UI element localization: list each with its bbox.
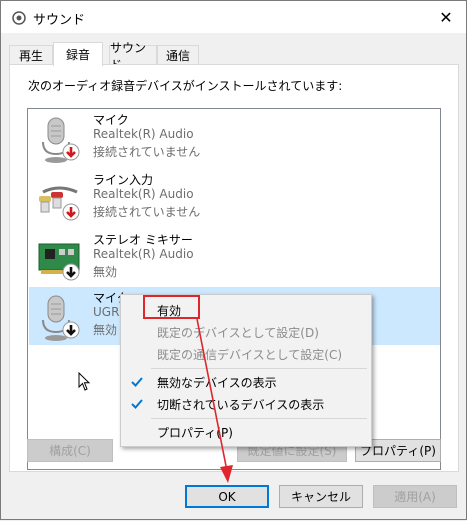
device-status: 無効 [93, 265, 118, 279]
tab-playback[interactable]: 再生 [9, 45, 53, 65]
device-status: 接続されていません [93, 145, 201, 159]
cancel-button[interactable]: キャンセル [279, 485, 363, 508]
ok-button[interactable]: OK [185, 485, 269, 508]
menu-item-label: 既定の通信デバイスとして設定(C) [157, 347, 343, 362]
device-item-line-in[interactable]: ライン入力 Realtek(R) Audio 接続されていません [29, 169, 440, 227]
device-status: 接続されていません [93, 205, 201, 219]
menu-item-show-disabled[interactable]: 無効なデバイスの表示 [123, 371, 369, 393]
device-status: 無効 [93, 323, 118, 337]
menu-item-label: プロパティ(P) [157, 425, 233, 440]
sound-card-icon [38, 243, 80, 281]
tab-communications[interactable]: 通信 [157, 45, 199, 65]
instruction-text: 次のオーディオ録音デバイスがインストールされています: [28, 79, 343, 93]
menu-item-label: 既定のデバイスとして設定(D) [157, 325, 319, 340]
speaker-icon [12, 11, 26, 25]
menu-item-label: 切断されているデバイスの表示 [157, 397, 325, 412]
menu-item-properties[interactable]: プロパティ(P) [123, 421, 369, 443]
device-name: ステレオ ミキサー [93, 233, 193, 247]
device-name: ライン入力 [93, 173, 154, 187]
title-bar: サウンド ✕ [1, 1, 466, 33]
checkmark-icon [131, 399, 143, 409]
checkmark-icon [131, 377, 143, 387]
menu-item-show-disconnected[interactable]: 切断されているデバイスの表示 [123, 393, 369, 415]
close-icon: ✕ [439, 7, 453, 27]
device-driver: Realtek(R) Audio [93, 127, 194, 141]
window-title: サウンド [33, 13, 86, 28]
line-in-cable-icon [39, 186, 80, 221]
device-name: マイク [93, 113, 129, 127]
device-driver: Realtek(R) Audio [93, 187, 194, 201]
device-driver: Realtek(R) Audio [93, 247, 194, 261]
device-item-mic-realtek[interactable]: マイク Realtek(R) Audio 接続されていません [29, 109, 440, 167]
menu-item-set-default-device[interactable]: 既定のデバイスとして設定(D) [123, 321, 369, 343]
mouse-cursor-icon [78, 372, 91, 391]
configure-button[interactable]: 構成(C) [27, 439, 113, 462]
menu-item-set-default-comm[interactable]: 既定の通信デバイスとして設定(C) [123, 343, 369, 365]
apply-button[interactable]: 適用(A) [373, 485, 457, 508]
close-button[interactable]: ✕ [426, 1, 466, 33]
microphone-icon [42, 295, 80, 341]
tab-recording[interactable]: 録音 [53, 42, 103, 66]
microphone-icon [42, 117, 80, 163]
tab-sounds[interactable]: サウンド [109, 41, 157, 72]
device-item-stereo-mixer[interactable]: ステレオ ミキサー Realtek(R) Audio 無効 [29, 229, 440, 287]
sound-dialog: サウンド ✕ 再生 録音 サウンド 通信 次のオーディオ録音デバイスがインストー… [0, 0, 467, 520]
annotation-highlight-box [143, 295, 200, 319]
menu-item-label: 無効なデバイスの表示 [157, 375, 277, 390]
menu-separator [151, 368, 367, 369]
menu-separator [151, 418, 367, 419]
